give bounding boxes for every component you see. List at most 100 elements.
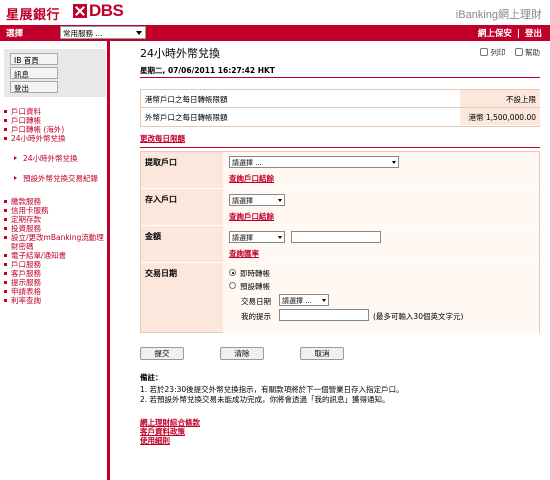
sidebar-item-alerts[interactable]: 提示服務	[4, 278, 108, 287]
to-account-value: 請選擇	[232, 197, 253, 205]
from-account-select[interactable]: 請選擇 ...	[229, 156, 399, 168]
sidebar-item-account-services[interactable]: 戶口服務	[4, 260, 108, 269]
help-link[interactable]: 幫助	[525, 48, 540, 57]
to-account-label: 存入戶口	[145, 195, 177, 204]
divider	[140, 77, 540, 78]
currency-select[interactable]: 請選擇	[229, 231, 285, 243]
table-row: 港幣戶口之每日轉帳限額 不設上限	[141, 90, 540, 108]
reminder-label: 我的提示	[241, 312, 271, 321]
tools: 列印 幫助	[480, 47, 540, 58]
scheduled-label: 預設轉帳	[240, 282, 270, 291]
immediate-label: 即時轉帳	[240, 269, 270, 278]
change-limit-link[interactable]: 更改每日限額	[140, 133, 185, 144]
privacy-link[interactable]: 客戶資料政策	[140, 427, 200, 436]
timestamp: 星期二, 07/06/2011 16:27:42 HKT	[140, 66, 275, 75]
sidebar-menu: 戶口資料 戶口轉帳 戶口轉帳 (海外) 24小時外幣兌換 24小時外幣兌換 預設…	[4, 107, 108, 305]
chevron-down-icon	[278, 198, 282, 202]
notes: 備註： 1. 若於23:30後提交外幣兌換指示，有關款項將於下一個營業日存入指定…	[140, 372, 540, 405]
sidebar-item-customer-services[interactable]: 客戶服務	[4, 269, 108, 278]
chevron-down-icon	[136, 31, 142, 35]
top-bar: 選擇 常用服務 ... 網上保安 | 登出	[0, 25, 550, 41]
select-label: 選擇	[6, 29, 24, 39]
table-row: 外幣戶口之每日轉帳限額 港幣 1,500,000.00	[141, 108, 540, 126]
terms-link[interactable]: 網上理財綜合條款	[140, 418, 200, 427]
to-balance-link[interactable]: 查詢戶口結餘	[229, 211, 274, 222]
to-account-controls: 請選擇 查詢戶口結餘	[223, 189, 539, 225]
logout-button[interactable]: 登出	[10, 81, 58, 93]
home-button[interactable]: IB 首頁	[10, 53, 58, 65]
top-links: 網上保安 | 登出	[476, 27, 542, 39]
chevron-down-icon	[278, 235, 282, 239]
clear-button[interactable]: 清除	[220, 347, 264, 360]
limit-value: 港幣 1,500,000.00	[460, 108, 540, 125]
logo-text-zh: 星展銀行	[6, 8, 61, 23]
sidebar-item-credit-card[interactable]: 信用卡服務	[4, 206, 108, 215]
sidebar-item-time-deposit[interactable]: 定期存款	[4, 215, 108, 224]
scheduled-date-label: 交易日期	[241, 297, 271, 306]
page-title: 24小時外幣兌換	[140, 47, 220, 60]
sidebar-subitem-fx-exchange[interactable]: 24小時外幣兌換	[4, 154, 108, 163]
exchange-form: 提取戶口 請選擇 ... 查詢戶口結餘 存入戶口 請選擇 查詢戶口結餘 金額 請…	[140, 151, 540, 333]
to-account-row: 存入戶口 請選擇 查詢戶口結餘	[141, 189, 539, 226]
scheduled-date-select[interactable]: 請選擇 ...	[279, 294, 329, 306]
scheduled-date-value: 請選擇 ...	[282, 297, 312, 305]
sidebar-item-transfer-overseas[interactable]: 戶口轉帳 (海外)	[4, 125, 108, 134]
sidebar-item-fx-exchange[interactable]: 24小時外幣兌換	[4, 134, 108, 143]
sidebar-item-mbanking-password[interactable]: 設立/更改mBanking流動理財密碼	[4, 233, 108, 251]
security-link[interactable]: 網上保安	[478, 29, 512, 39]
header: 星展銀行 DBS iBanking網上理財	[0, 0, 550, 25]
chevron-down-icon	[322, 298, 326, 302]
from-account-value: 請選擇 ...	[232, 159, 262, 167]
footer-links: 網上理財綜合條款 客戶資料政策 使用細則	[140, 418, 200, 445]
from-account-row: 提取戶口 請選擇 ... 查詢戶口結餘	[141, 152, 539, 189]
amount-label: 金額	[145, 232, 161, 241]
divider: |	[516, 29, 521, 39]
currency-value: 請選擇	[232, 234, 253, 242]
sidebar-item-accounts[interactable]: 戶口資料	[4, 107, 108, 116]
from-balance-link[interactable]: 查詢戶口結餘	[229, 173, 274, 184]
limits-table: 港幣戶口之每日轉帳限額 不設上限 外幣戶口之每日轉帳限額 港幣 1,500,00…	[140, 89, 540, 127]
note-line: 1. 若於23:30後提交外幣兌換指示，有關款項將於下一個營業日存入指定戶口。	[140, 385, 404, 394]
exchange-rate-link[interactable]: 查詢匯率	[229, 248, 259, 259]
notes-title: 備註：	[140, 373, 163, 382]
sidebar-item-forms[interactable]: 申請表格	[4, 287, 108, 296]
limit-label: 外幣戶口之每日轉帳限額	[145, 113, 228, 122]
submit-button[interactable]: 提交	[140, 347, 184, 360]
note-line: 2. 若預設外幣兌換交易未能成功完成，你將會透過「我的訊息」獲得通知。	[140, 395, 390, 404]
sidebar-subitem-scheduled-fx[interactable]: 預設外幣兌換交易紀錄	[4, 174, 108, 183]
divider	[140, 147, 540, 148]
messages-button[interactable]: 訊息	[10, 67, 58, 79]
sidebar-item-transfer[interactable]: 戶口轉帳	[4, 116, 108, 125]
dbs-logo-icon	[73, 4, 87, 18]
amount-controls: 請選擇 查詢匯率	[223, 226, 539, 262]
amount-input[interactable]	[291, 231, 381, 243]
from-account-controls: 請選擇 ... 查詢戶口結餘	[223, 152, 539, 188]
common-services-select[interactable]: 常用服務 ...	[60, 26, 146, 39]
to-account-select[interactable]: 請選擇	[229, 194, 285, 206]
reminder-input[interactable]	[279, 309, 369, 321]
sidebar: IB 首頁 訊息 登出 戶口資料 戶口轉帳 戶口轉帳 (海外) 24小時外幣兌換…	[0, 41, 110, 480]
sidebar-item-payments[interactable]: 繳款服務	[4, 197, 108, 206]
logout-link[interactable]: 登出	[525, 29, 542, 39]
help-icon[interactable]	[515, 48, 523, 56]
sidebar-top-panel: IB 首頁 訊息 登出	[4, 49, 106, 97]
cancel-button[interactable]: 取消	[300, 347, 344, 360]
immediate-radio[interactable]	[229, 269, 236, 276]
limit-label: 港幣戶口之每日轉帳限額	[145, 95, 228, 104]
printer-icon[interactable]	[480, 48, 489, 56]
from-account-label: 提取戶口	[145, 158, 177, 167]
sidebar-item-estatement[interactable]: 電子結單/通知書	[4, 251, 108, 260]
reminder-hint: (最多可輸入30個英文字元)	[373, 312, 464, 321]
sidebar-item-investment[interactable]: 投資服務	[4, 224, 108, 233]
common-services-value: 常用服務 ...	[63, 29, 103, 38]
usage-link[interactable]: 使用細則	[140, 436, 200, 445]
logo-text-dbs: DBS	[89, 1, 124, 20]
ibanking-brand: iBanking網上理財	[455, 9, 542, 21]
chevron-down-icon	[392, 160, 396, 164]
trade-date-label: 交易日期	[145, 269, 177, 278]
scheduled-radio[interactable]	[229, 282, 236, 289]
print-link[interactable]: 列印	[490, 48, 505, 57]
sidebar-item-rates[interactable]: 利率查詢	[4, 296, 108, 305]
limit-value: 不設上限	[460, 90, 540, 107]
